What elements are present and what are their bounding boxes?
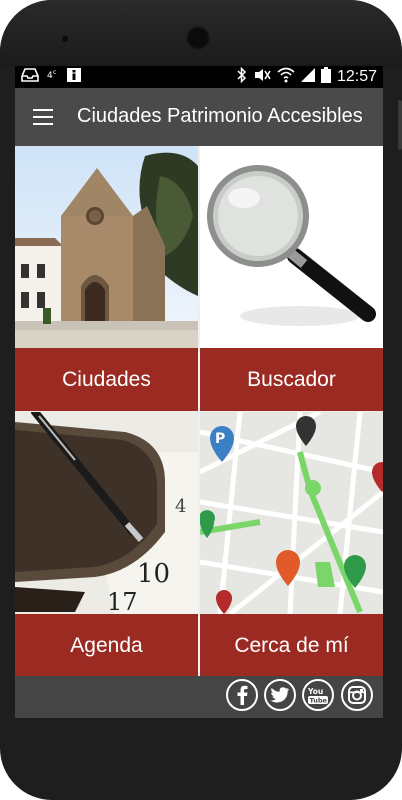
twitter-icon[interactable]	[264, 679, 296, 711]
facebook-icon[interactable]	[226, 679, 258, 711]
svg-text:4: 4	[175, 496, 186, 517]
tile-label: Cerca de mí	[200, 614, 383, 677]
menu-grid: Ciudades Buscador 10 17 4 Agenda P Cerca…	[15, 146, 383, 677]
cell-signal-icon	[300, 67, 315, 87]
battery-icon	[320, 66, 331, 88]
tile-label: Buscador	[200, 348, 383, 411]
signal-4g-icon: 4c	[47, 68, 59, 87]
svg-text:17: 17	[107, 588, 138, 614]
youtube-icon[interactable]: You Tube	[302, 679, 334, 711]
status-bar: 4c 12:57	[15, 66, 383, 88]
proximity-sensor	[62, 36, 68, 42]
svg-text:c: c	[53, 69, 56, 76]
svg-text:10: 10	[137, 559, 170, 589]
svg-text:P: P	[215, 431, 225, 447]
app-bar: Ciudades Patrimonio Accesibles	[15, 88, 383, 146]
tile-label: Agenda	[15, 614, 198, 677]
city-map-with-pins-image: P	[200, 412, 383, 614]
hamburger-menu-icon[interactable]	[33, 109, 53, 125]
wifi-icon	[277, 67, 295, 88]
planner-and-pen-photo: 3 10 17 4	[15, 412, 198, 614]
phone-frame: 4c 12:57 Ciudades Patrimonio Accesibles …	[0, 0, 402, 800]
svg-text:Tube: Tube	[310, 697, 328, 705]
inbox-tray-icon	[21, 67, 39, 87]
app-title: Ciudades Patrimonio Accesibles	[77, 105, 363, 127]
bluetooth-icon	[237, 66, 247, 88]
social-footer: You Tube	[15, 676, 383, 718]
magnifying-glass-photo	[200, 146, 383, 348]
mute-icon	[253, 67, 271, 88]
info-icon	[67, 67, 81, 87]
tile-cerca-de-mi[interactable]: P Cerca de mí	[200, 412, 383, 677]
screen: 4c 12:57 Ciudades Patrimonio Accesibles …	[15, 66, 383, 718]
tile-label: Ciudades	[15, 348, 198, 411]
tile-ciudades[interactable]: Ciudades	[15, 146, 198, 411]
status-time: 12:57	[336, 68, 377, 85]
stone-church-photo	[15, 146, 198, 348]
power-button[interactable]	[398, 100, 402, 150]
instagram-icon[interactable]	[341, 679, 373, 711]
tile-agenda[interactable]: 3 10 17 4 Agenda	[15, 412, 198, 677]
front-camera	[186, 26, 210, 50]
svg-text:You: You	[307, 687, 323, 696]
tile-buscador[interactable]: Buscador	[200, 146, 383, 411]
